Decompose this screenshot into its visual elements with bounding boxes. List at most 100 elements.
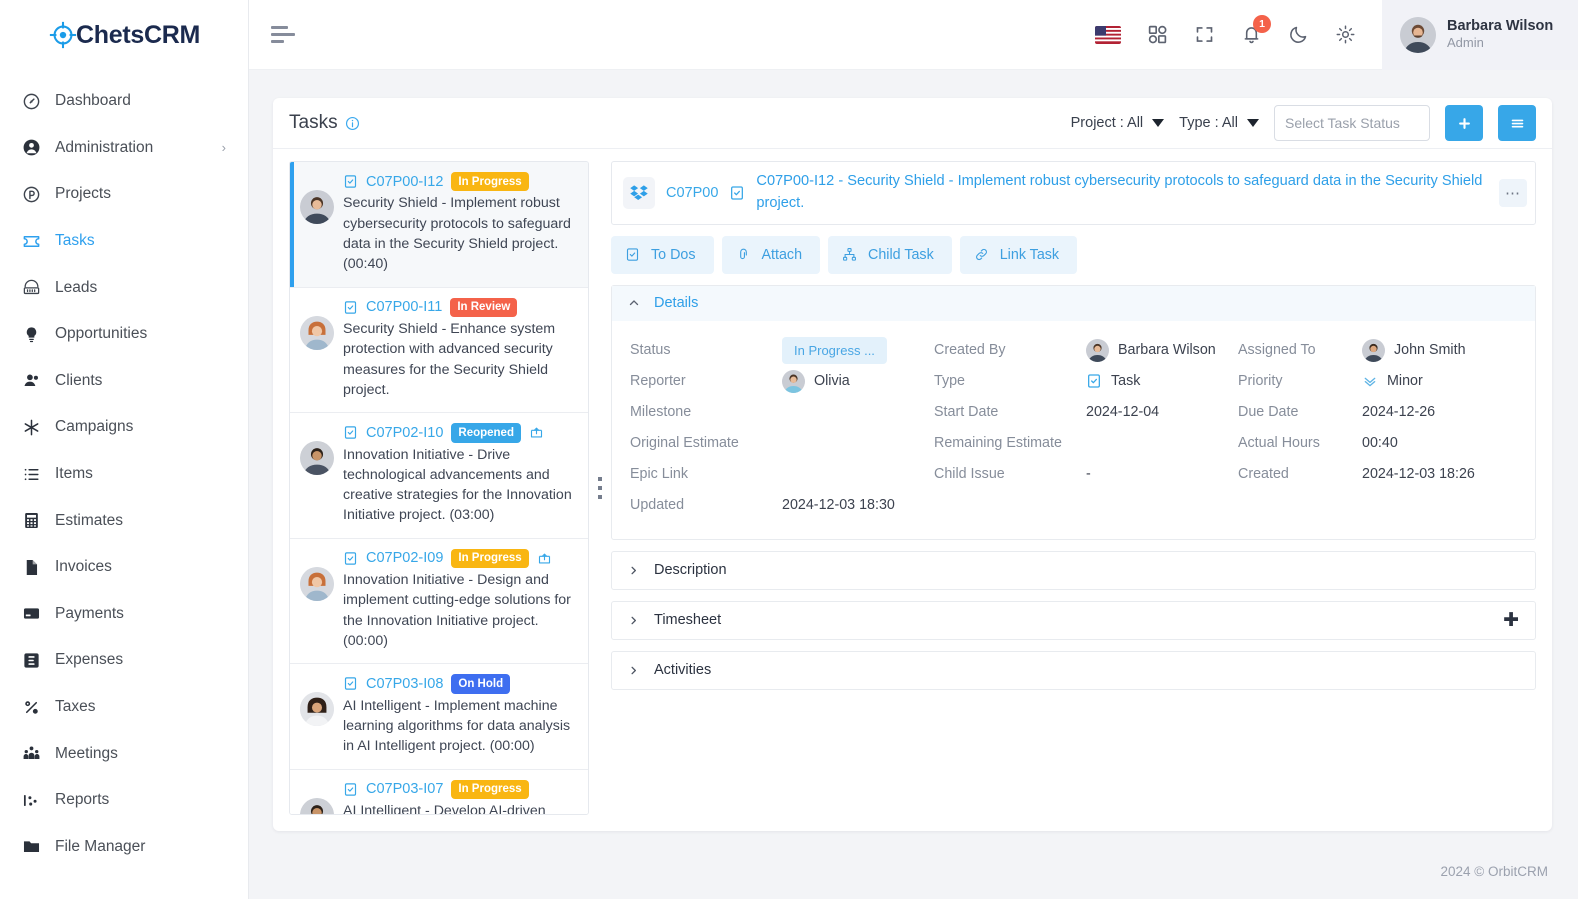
task-item-header: C07P00-I11 In Review <box>343 297 576 317</box>
tab-attach[interactable]: Attach <box>721 235 821 274</box>
priority-minor-icon <box>1362 373 1378 389</box>
details-panel-header[interactable]: Details <box>612 285 1535 321</box>
field-value-actual-hours: 00:40 <box>1362 435 1398 452</box>
task-list-item[interactable]: C07P02-I09 In Progress Innovation Initia… <box>290 538 588 665</box>
task-item-body: C07P00-I11 In Review Security Shield - E… <box>334 297 576 401</box>
sidebar-item-label: Expenses <box>55 651 124 669</box>
page-content: Tasks Project : All Type : All Select Ta… <box>249 70 1578 843</box>
task-list-item[interactable]: C07P03-I08 On Hold AI Intelligent - Impl… <box>290 664 588 770</box>
field-value-priority: Minor <box>1362 366 1519 397</box>
project-filter-dropdown[interactable]: Project : All <box>1071 115 1165 131</box>
grid-apps-icon[interactable] <box>1147 24 1168 45</box>
sidebar-item-items[interactable]: Items <box>0 451 248 498</box>
task-key: C07P02-I09 <box>366 550 444 567</box>
sidebar-item-campaigns[interactable]: Campaigns <box>0 404 248 451</box>
type-filter-dropdown[interactable]: Type : All <box>1179 115 1259 131</box>
ticket-icon <box>22 232 41 251</box>
app-root: ChetsCRM Dashboard Administration › Proj… <box>0 0 1578 899</box>
sidebar: ChetsCRM Dashboard Administration › Proj… <box>0 0 249 899</box>
project-key[interactable]: C07P00 <box>666 185 718 201</box>
field-label-created-by: Created By <box>934 342 1006 359</box>
task-list-item[interactable]: C07P00-I12 In Progress Security Shield -… <box>290 162 588 288</box>
topbar: 1 Barbara Wilson Admin <box>249 0 1578 70</box>
sidebar-item-clients[interactable]: Clients <box>0 358 248 405</box>
task-list-item[interactable]: C07P03-I07 In Progress AI Intelligent - … <box>290 769 588 814</box>
gear-icon[interactable] <box>1335 24 1356 45</box>
task-description: Innovation Initiative - Drive technologi… <box>343 446 572 524</box>
task-key: C07P00-I12 <box>366 173 444 190</box>
task-item-header: C07P03-I07 In Progress <box>343 779 576 799</box>
field-value-epic-link <box>782 459 934 490</box>
hamburger-icon[interactable] <box>271 26 295 43</box>
sidebar-item-administration[interactable]: Administration › <box>0 125 248 172</box>
tasks-header-controls: Project : All Type : All <box>1071 105 1536 141</box>
sidebar-item-meetings[interactable]: Meetings <box>0 730 248 777</box>
sidebar-item-dashboard[interactable]: Dashboard <box>0 78 248 125</box>
bell-icon[interactable]: 1 <box>1241 15 1271 45</box>
sidebar-item-tasks[interactable]: Tasks <box>0 218 248 265</box>
description-section-header[interactable]: Description <box>611 550 1536 590</box>
timesheet-section-label: Timesheet <box>654 612 722 629</box>
field-value-child-issue: - <box>1086 466 1091 483</box>
activities-section-header[interactable]: Activities <box>611 650 1536 690</box>
credit-card-icon <box>22 604 41 623</box>
folder-icon <box>22 837 41 856</box>
project-filter-label: Project : All <box>1070 115 1144 131</box>
panel-resize-handle[interactable] <box>589 161 611 815</box>
task-list-item[interactable]: C07P02-I10 Reopened Innovation Initiativ… <box>290 413 588 539</box>
sidebar-item-label: Items <box>55 465 93 483</box>
task-description: Innovation Initiative - Design and imple… <box>343 572 571 649</box>
timesheet-section-header[interactable]: Timesheet ✚ <box>611 600 1536 640</box>
sidebar-item-payments[interactable]: Payments <box>0 591 248 638</box>
field-value-type: Task <box>1086 366 1238 397</box>
assigned-to-name: John Smith <box>1394 342 1466 359</box>
fullscreen-icon[interactable] <box>1194 24 1215 45</box>
tab-link-task[interactable]: Link Task <box>959 235 1078 274</box>
sidebar-item-expenses[interactable]: Expenses <box>0 637 248 684</box>
sidebar-item-estimates[interactable]: Estimates <box>0 497 248 544</box>
field-label-epic-link: Epic Link <box>630 466 689 483</box>
sidebar-item-label: Opportunities <box>55 325 148 343</box>
task-type-icon <box>343 300 358 315</box>
asterisk-icon <box>22 418 41 437</box>
sidebar-item-label: Tasks <box>55 232 95 250</box>
flag-us-icon[interactable] <box>1095 25 1121 44</box>
sidebar-item-label: Estimates <box>55 511 124 529</box>
moon-icon[interactable] <box>1288 24 1309 45</box>
task-list-item[interactable]: C07P00-I11 In Review Security Shield - E… <box>290 287 588 414</box>
sidebar-item-projects[interactable]: Projects <box>0 171 248 218</box>
tasks-card: Tasks Project : All Type : All Select Ta… <box>273 98 1552 831</box>
type-value-text: Task <box>1111 373 1141 390</box>
sidebar-item-invoices[interactable]: Invoices <box>0 544 248 591</box>
field-label-actual-hours: Actual Hours <box>1238 435 1320 452</box>
sidebar-item-taxes[interactable]: Taxes <box>0 684 248 731</box>
sidebar-item-reports[interactable]: Reports <box>0 777 248 824</box>
brand-logo-area[interactable]: ChetsCRM <box>0 0 248 70</box>
project-icon <box>623 176 655 209</box>
repeat-task-icon <box>529 425 544 440</box>
task-type-icon <box>343 782 358 797</box>
list-view-button[interactable] <box>1498 105 1536 141</box>
sidebar-item-leads[interactable]: Leads <box>0 264 248 311</box>
tab-child-task[interactable]: Child Task <box>828 235 952 274</box>
task-detail-tabs: To Dos Attach Child Task Link Task <box>611 235 1536 274</box>
tab-to-dos[interactable]: To Dos <box>611 235 714 274</box>
sidebar-item-file-manager[interactable]: File Manager <box>0 824 248 871</box>
task-status-input[interactable] <box>1274 105 1430 141</box>
task-detail-title[interactable]: C07P00-I12 - Security Shield - Implement… <box>756 171 1488 215</box>
info-icon[interactable] <box>345 116 360 131</box>
more-options-icon[interactable]: ⋯ <box>1499 178 1527 207</box>
add-timesheet-icon[interactable]: ✚ <box>1503 611 1519 630</box>
avatar <box>1362 338 1385 362</box>
topbar-icons: 1 <box>1095 15 1382 45</box>
task-type-icon <box>343 425 358 440</box>
task-type-icon <box>729 185 745 201</box>
file-icon <box>22 558 41 577</box>
task-description: AI Intelligent - Implement machine learn… <box>343 697 571 755</box>
sidebar-item-opportunities[interactable]: Opportunities <box>0 311 248 358</box>
status-badge: In Progress <box>451 779 529 799</box>
user-profile-menu[interactable]: Barbara Wilson Admin <box>1382 0 1578 70</box>
avatar <box>1400 16 1436 53</box>
field-value-status[interactable]: In Progress ... <box>782 335 934 366</box>
add-task-button[interactable] <box>1445 105 1483 141</box>
